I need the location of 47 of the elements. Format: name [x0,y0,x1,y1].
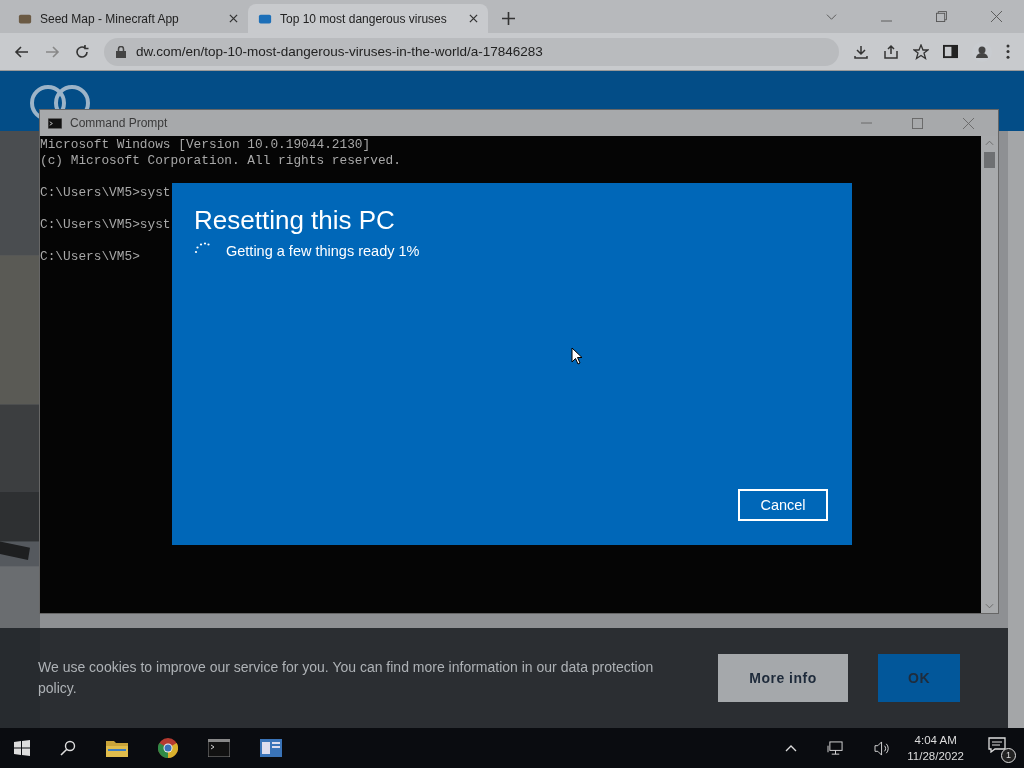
console-line: (c) Microsoft Corporation. All rights reserved. [40,153,401,169]
clock-time: 4:04 AM [914,733,957,748]
terminal-icon [48,117,62,129]
status-text: Getting a few things ready 1% [226,243,420,259]
more-info-button[interactable]: More info [718,654,848,702]
console-line: C:\Users\VM5> [40,249,140,265]
scrollbar-thumb[interactable] [984,152,995,168]
console-line: C:\Users\VM5>syst [40,185,171,201]
restore-icon[interactable] [936,11,947,22]
back-icon[interactable] [14,43,30,60]
close-icon[interactable] [991,11,1002,22]
dialog-title: Resetting this PC [194,205,396,235]
reload-icon[interactable] [74,43,90,60]
browser-tab[interactable]: Seed Map - Minecraft App [8,4,248,33]
network-icon[interactable] [827,740,845,756]
page-scrollbar[interactable] [1008,131,1024,728]
chevron-up-icon[interactable] [785,744,798,752]
close-icon[interactable] [229,14,238,23]
share-icon[interactable] [883,43,899,60]
window-title: Command Prompt [70,116,168,130]
console-line: C:\Users\VM5>syst [40,217,171,233]
menu-icon[interactable] [1006,44,1010,59]
browser-tab[interactable]: Top 10 most dangerous viruses [248,4,488,33]
notifications-icon[interactable] [988,737,1006,753]
clock-date: 11/28/2022 [907,749,964,764]
cancel-button[interactable]: Cancel [738,489,828,521]
tab-title: Seed Map - Minecraft App [40,11,180,26]
search-icon[interactable] [60,740,76,756]
star-icon[interactable] [913,43,929,60]
start-icon[interactable] [14,740,30,756]
lock-icon [116,45,126,58]
cursor-icon [571,347,583,365]
address-field[interactable]: dw.com/en/top-10-most-dangerous-viruses-in-the-world/a-17846283 [104,37,839,66]
tab-title: Top 10 most dangerous viruses [280,11,448,26]
console-line: Microsoft Windows [Version 10.0.19044.2130] [40,137,371,153]
spinner-icon [194,242,210,254]
download-icon[interactable] [853,43,869,60]
volume-icon[interactable] [874,740,892,756]
settings-window-icon[interactable] [260,739,282,757]
cookie-message: We use cookies to improve our service for you. You can find more information in our data protection policy. [38,658,655,698]
folder-icon[interactable] [106,739,128,757]
notification-count: 1 [1001,748,1016,763]
chrome-icon[interactable] [158,738,178,758]
side-panel-icon[interactable] [943,44,958,59]
close-icon[interactable] [469,14,478,23]
terminal-icon[interactable] [208,739,230,757]
new-tab-icon[interactable] [502,12,515,25]
